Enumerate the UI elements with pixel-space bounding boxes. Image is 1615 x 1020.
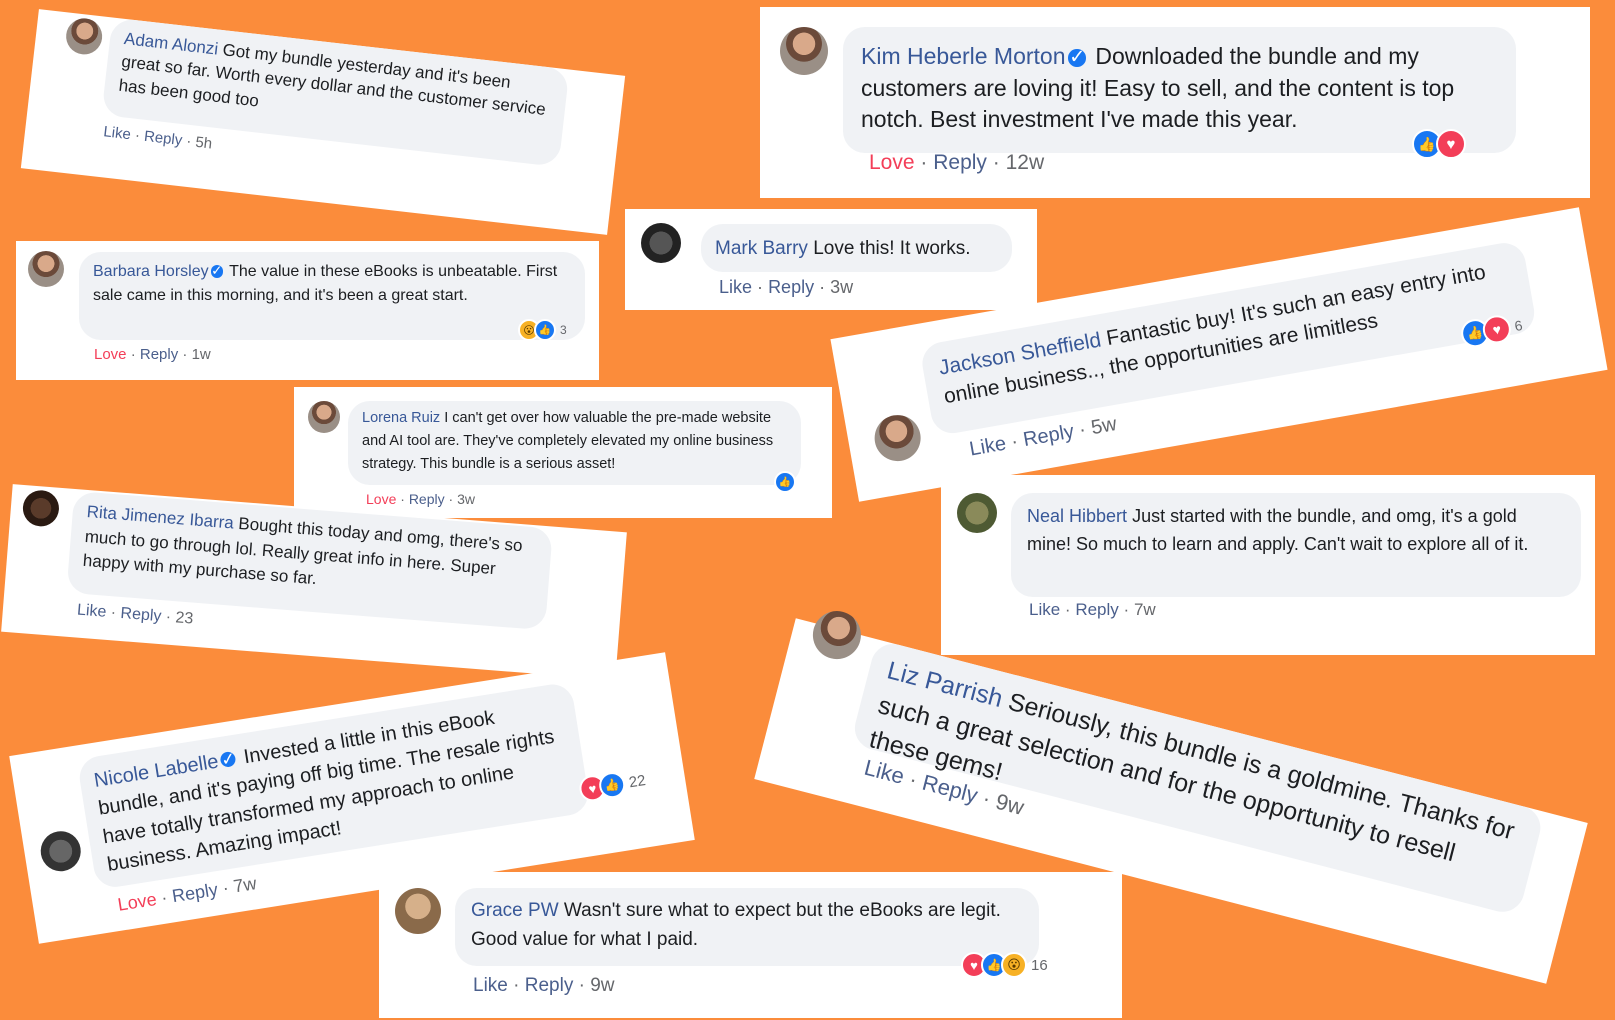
reply-link[interactable]: Reply [933, 151, 987, 174]
reaction-count: 16 [1031, 956, 1048, 974]
comment-card-neal: Neal Hibbert Just started with the bundl… [941, 475, 1595, 655]
comment-card-grace: Grace PW Wasn't sure what to expect but … [379, 872, 1122, 1018]
like-link[interactable]: Like [719, 277, 752, 297]
comment-bubble: Nicole Labelle✓ Invested a little in thi… [76, 681, 592, 890]
love-link[interactable]: Love [116, 889, 158, 915]
verified-badge-icon: ✓ [1068, 46, 1087, 69]
commenter-name[interactable]: Neal Hibbert [1027, 506, 1127, 526]
like-link[interactable]: Like [473, 975, 508, 996]
timestamp[interactable]: 9w [590, 975, 614, 996]
reaction-summary[interactable]: ♥ 👍 22 [577, 767, 648, 804]
comment-card-barbara: Barbara Horsley ✓ The value in these eBoo… [16, 241, 599, 380]
comment-actions: Love · Reply · 12w [869, 151, 1045, 174]
love-reaction-icon: ♥ [1436, 129, 1466, 159]
reply-link[interactable]: Reply [409, 491, 445, 507]
comment-card-adam: Adam Alonzi Got my bundle yesterday and … [20, 9, 626, 235]
avatar[interactable] [641, 223, 681, 263]
avatar[interactable] [870, 411, 925, 465]
love-link[interactable]: Love [869, 151, 915, 174]
verified-badge-icon: ✓ [219, 749, 238, 771]
reply-link[interactable]: Reply [525, 975, 574, 996]
timestamp[interactable]: 12w [1006, 151, 1045, 174]
comment-actions: Love · Reply · 3w [366, 491, 475, 507]
avatar[interactable] [807, 605, 867, 665]
comment-card-mark: Mark Barry Love this! It works. Like · R… [625, 209, 1037, 310]
timestamp[interactable]: 23 [175, 609, 194, 627]
reply-link[interactable]: Reply [143, 128, 183, 149]
reaction-summary[interactable]: 👍 [774, 471, 796, 493]
like-reaction-icon: 👍 [774, 471, 796, 493]
avatar[interactable] [395, 888, 441, 934]
like-link[interactable]: Like [968, 433, 1008, 461]
reaction-summary[interactable]: 😮 👍 3 [518, 319, 567, 341]
timestamp[interactable]: 7w [1134, 600, 1156, 619]
commenter-name[interactable]: Lorena Ruiz [362, 410, 440, 426]
avatar[interactable] [64, 16, 105, 57]
comment-actions: Like · Reply · 5h [102, 123, 214, 153]
timestamp[interactable]: 7w [232, 873, 258, 896]
timestamp[interactable]: 3w [457, 491, 475, 507]
reply-link[interactable]: Reply [140, 346, 178, 363]
like-link[interactable]: Like [1029, 600, 1060, 619]
reaction-count: 3 [560, 323, 567, 337]
commenter-name[interactable]: Kim Heberle Morton [861, 43, 1066, 69]
like-link[interactable]: Like [103, 123, 132, 143]
commenter-name[interactable]: Grace PW [471, 900, 559, 921]
like-reaction-icon: 👍 [534, 319, 556, 341]
comment-text: Seriously, this bundle is a goldmine. Th… [866, 687, 1518, 867]
commenter-name[interactable]: Mark Barry [715, 238, 808, 259]
comment-text: Love this! It works. [813, 238, 971, 259]
reaction-summary[interactable]: ♥ 👍 😮 16 [961, 952, 1048, 978]
comment-bubble: Grace PW Wasn't sure what to expect but … [455, 888, 1039, 966]
love-link[interactable]: Love [94, 346, 127, 363]
avatar[interactable] [780, 27, 828, 75]
avatar[interactable] [957, 493, 997, 533]
commenter-name[interactable]: Barbara Horsley [93, 263, 209, 280]
timestamp[interactable]: 3w [830, 277, 853, 297]
avatar[interactable] [308, 401, 340, 433]
timestamp[interactable]: 5w [1089, 413, 1118, 439]
comment-bubble: Barbara Horsley ✓ The value in these eBoo… [79, 252, 585, 340]
reply-link[interactable]: Reply [768, 277, 814, 297]
reply-link[interactable]: Reply [120, 605, 162, 625]
reply-link[interactable]: Reply [1022, 421, 1076, 452]
comment-actions: Like · Reply · 7w [1029, 600, 1156, 619]
timestamp[interactable]: 5h [195, 134, 214, 153]
timestamp[interactable]: 1w [192, 346, 211, 363]
reaction-count: 22 [627, 771, 647, 791]
comment-actions: Love · Reply · 1w [94, 346, 211, 363]
comment-bubble: Mark Barry Love this! It works. [701, 224, 1012, 272]
comment-actions: Like · Reply · 3w [719, 277, 854, 297]
comment-bubble: Neal Hibbert Just started with the bundl… [1011, 493, 1581, 597]
like-link[interactable]: Like [76, 602, 107, 621]
reply-link[interactable]: Reply [171, 879, 220, 906]
comment-bubble: Lorena Ruiz I can't get over how valuabl… [348, 401, 801, 485]
comment-text: Invested a little in this eBook bundle, … [96, 706, 556, 877]
comment-card-lorena: Lorena Ruiz I can't get over how valuabl… [294, 387, 832, 518]
reply-link[interactable]: Reply [1075, 600, 1118, 619]
verified-badge-icon: ✓ [210, 263, 223, 279]
reaction-summary[interactable]: 👍 ♥ [1412, 129, 1466, 159]
avatar[interactable] [28, 251, 64, 287]
comment-actions: Like · Reply · 23 [76, 601, 194, 628]
avatar[interactable] [21, 488, 61, 528]
avatar[interactable] [37, 828, 84, 875]
love-link[interactable]: Love [366, 491, 396, 507]
wow-reaction-icon: 😮 [1001, 952, 1027, 978]
comment-actions: Like · Reply · 9w [473, 975, 615, 996]
timestamp[interactable]: 9w [993, 789, 1026, 820]
comment-card-kim: Kim Heberle Morton ✓ Downloaded the bundl… [760, 7, 1590, 198]
